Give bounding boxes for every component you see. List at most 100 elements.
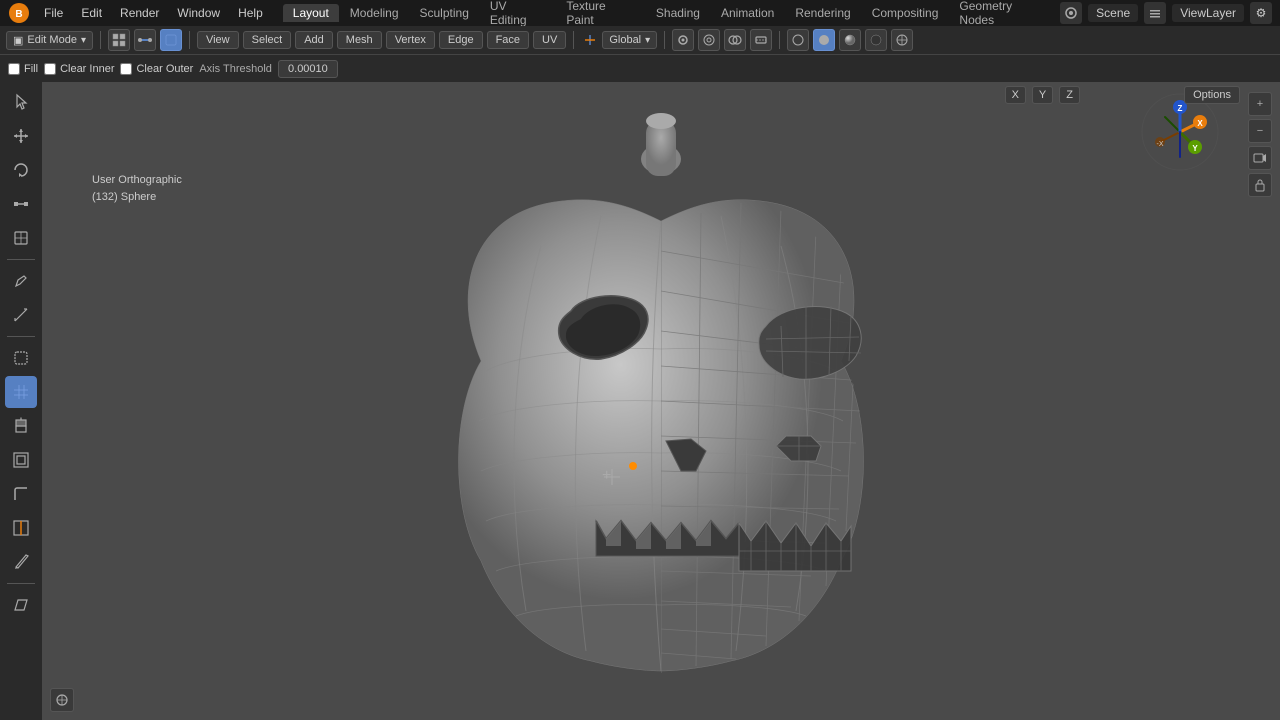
clear-outer-checkbox[interactable] bbox=[120, 63, 132, 75]
view-btn[interactable]: View bbox=[197, 31, 239, 49]
tab-modeling[interactable]: Modeling bbox=[340, 4, 409, 22]
svg-text:B: B bbox=[15, 9, 22, 20]
cursor-tool-icon[interactable] bbox=[5, 86, 37, 118]
measure-tool-icon[interactable] bbox=[5, 299, 37, 331]
tab-geometry-nodes[interactable]: Geometry Nodes bbox=[949, 0, 1058, 29]
zoom-in-btn[interactable]: + bbox=[1248, 92, 1272, 116]
view-layer-icon[interactable] bbox=[1144, 2, 1166, 24]
inset-tool-icon[interactable] bbox=[5, 444, 37, 476]
face-btn[interactable]: Face bbox=[487, 31, 529, 49]
tab-layout[interactable]: Layout bbox=[283, 4, 339, 22]
menu-file[interactable]: File bbox=[36, 4, 71, 22]
origin-dot bbox=[629, 462, 637, 470]
pumpkin-3d-view bbox=[42, 82, 1280, 720]
options-btn[interactable]: Options bbox=[1184, 86, 1240, 104]
rendered-full-btn[interactable] bbox=[891, 29, 913, 51]
clear-outer-checkbox-label[interactable]: Clear Outer bbox=[120, 63, 193, 75]
top-right-area: Scene ViewLayer ⚙ bbox=[1060, 2, 1272, 24]
lock-btn[interactable] bbox=[1248, 173, 1272, 197]
menu-help[interactable]: Help bbox=[230, 4, 271, 22]
tab-rendering[interactable]: Rendering bbox=[785, 4, 860, 22]
solid-shading-btn[interactable] bbox=[813, 29, 835, 51]
y-constraint-btn[interactable]: Y bbox=[1032, 86, 1053, 104]
edge-btn[interactable]: Edge bbox=[439, 31, 483, 49]
navigation-gizmo[interactable]: X Y Z -X bbox=[1140, 92, 1220, 172]
transform-dropdown[interactable]: Global bbox=[602, 31, 657, 49]
scale-tool-icon[interactable] bbox=[5, 188, 37, 220]
annotate-tool-icon[interactable] bbox=[5, 265, 37, 297]
vertex-mode-btn[interactable] bbox=[108, 29, 130, 51]
tab-uv-editing[interactable]: UV Editing bbox=[480, 0, 555, 29]
menu-render[interactable]: Render bbox=[112, 4, 167, 22]
vertex-btn[interactable]: Vertex bbox=[386, 31, 435, 49]
move-tool-icon[interactable] bbox=[5, 120, 37, 152]
separator bbox=[100, 31, 101, 49]
edge-mode-btn[interactable] bbox=[134, 29, 156, 51]
overlay-icon-btn[interactable] bbox=[724, 29, 746, 51]
transform-tool-icon[interactable] bbox=[5, 222, 37, 254]
snap-icon-btn[interactable] bbox=[672, 29, 694, 51]
scene-selector[interactable]: Scene bbox=[1088, 4, 1138, 22]
header-toolbar: ▣ Edit Mode View Select Add Mesh Vertex … bbox=[0, 26, 1280, 54]
viewport-bottom-controls bbox=[50, 688, 74, 712]
fill-checkbox[interactable] bbox=[8, 63, 20, 75]
separator3 bbox=[573, 31, 574, 49]
xyz-display-area: X Y Z bbox=[1005, 86, 1080, 104]
scene-icon[interactable] bbox=[1060, 2, 1082, 24]
right-mini-toolbar: + − bbox=[1248, 92, 1272, 197]
main-viewport[interactable]: User Orthographic (132) Sphere X Y Z Opt… bbox=[42, 82, 1280, 720]
menu-edit[interactable]: Edit bbox=[73, 4, 110, 22]
transform-icon bbox=[581, 31, 599, 49]
view-layer-selector[interactable]: ViewLayer bbox=[1172, 4, 1244, 22]
tab-animation[interactable]: Animation bbox=[711, 4, 784, 22]
knife-tool-icon[interactable] bbox=[5, 546, 37, 578]
tab-texture-paint[interactable]: Texture Paint bbox=[556, 0, 645, 29]
rotate-tool-icon[interactable] bbox=[5, 154, 37, 186]
viewport-options-bar: Options bbox=[1184, 86, 1240, 104]
separator5 bbox=[779, 31, 780, 49]
viewport-cursor bbox=[602, 467, 618, 483]
add-btn[interactable]: Add bbox=[295, 31, 333, 49]
mesh-edit-tool-icon[interactable] bbox=[5, 376, 37, 408]
loop-cut-tool-icon[interactable] bbox=[5, 512, 37, 544]
left-sidebar bbox=[0, 82, 42, 720]
mode-dropdown[interactable]: ▣ Edit Mode bbox=[6, 31, 93, 50]
svg-text:-X: -X bbox=[1157, 141, 1164, 148]
workspace-tabs: Layout Modeling Sculpting UV Editing Tex… bbox=[283, 0, 1058, 29]
sidebar-divider-3 bbox=[7, 583, 35, 584]
camera-btn[interactable] bbox=[1248, 146, 1272, 170]
shear-tool-icon[interactable] bbox=[5, 589, 37, 621]
bevel-tool-icon[interactable] bbox=[5, 478, 37, 510]
svg-text:Y: Y bbox=[1192, 144, 1198, 153]
extrude-tool-icon[interactable] bbox=[5, 410, 37, 442]
tab-sculpting[interactable]: Sculpting bbox=[410, 4, 479, 22]
axis-threshold-label: Axis Threshold bbox=[199, 63, 272, 75]
sidebar-divider-2 bbox=[7, 336, 35, 337]
engine-settings-icon[interactable]: ⚙ bbox=[1250, 2, 1272, 24]
tab-shading[interactable]: Shading bbox=[646, 4, 710, 22]
rendered-shading-btn[interactable] bbox=[865, 29, 887, 51]
select-tool-icon[interactable] bbox=[5, 342, 37, 374]
select-btn[interactable]: Select bbox=[243, 31, 292, 49]
blender-logo[interactable]: B bbox=[8, 2, 30, 24]
xray-icon-btn[interactable] bbox=[750, 29, 772, 51]
separator2 bbox=[189, 31, 190, 49]
zoom-out-btn[interactable]: − bbox=[1248, 119, 1272, 143]
proportional-icon-btn[interactable] bbox=[698, 29, 720, 51]
axis-threshold-input[interactable]: 0.00010 bbox=[278, 60, 338, 78]
mesh-btn[interactable]: Mesh bbox=[337, 31, 382, 49]
svg-text:X: X bbox=[1197, 119, 1203, 128]
tab-compositing[interactable]: Compositing bbox=[862, 4, 949, 22]
clear-inner-checkbox[interactable] bbox=[44, 63, 56, 75]
menu-window[interactable]: Window bbox=[169, 4, 228, 22]
fill-checkbox-label[interactable]: Fill bbox=[8, 63, 38, 75]
material-shading-btn[interactable] bbox=[839, 29, 861, 51]
uv-btn[interactable]: UV bbox=[533, 31, 566, 49]
face-mode-btn[interactable] bbox=[160, 29, 182, 51]
clear-inner-checkbox-label[interactable]: Clear Inner bbox=[44, 63, 114, 75]
viewport-navigation-btn[interactable] bbox=[50, 688, 74, 712]
z-constraint-btn[interactable]: Z bbox=[1059, 86, 1080, 104]
x-constraint-btn[interactable]: X bbox=[1005, 86, 1026, 104]
wireframe-shading-btn[interactable] bbox=[787, 29, 809, 51]
separator4 bbox=[664, 31, 665, 49]
